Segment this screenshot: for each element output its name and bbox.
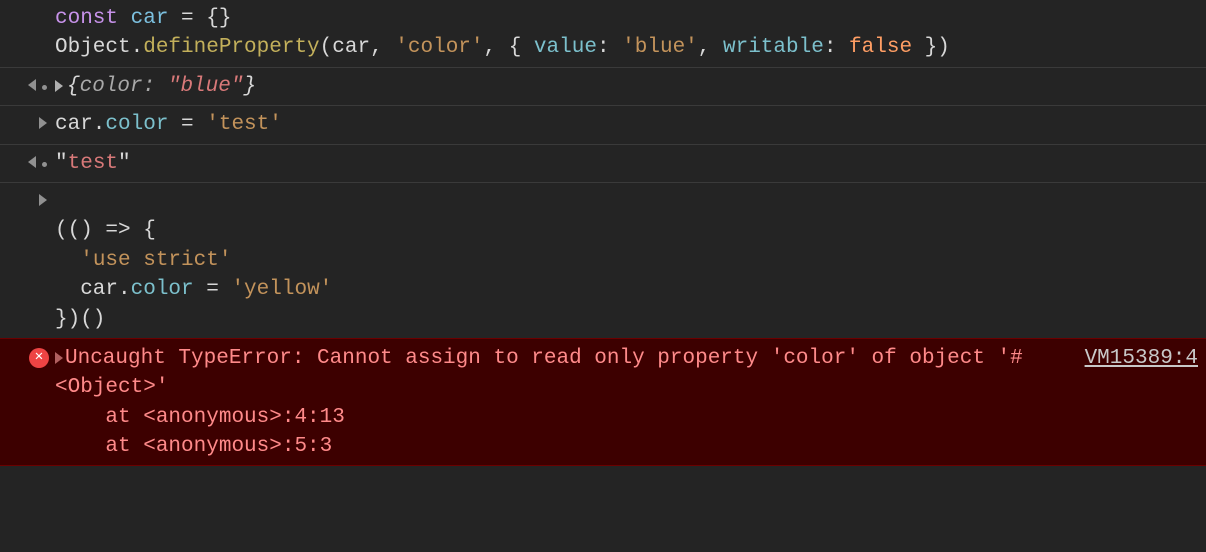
preview-prop-name: color: <box>80 75 156 98</box>
code-text: : <box>824 36 849 59</box>
console-output-row[interactable]: {color: "blue"} <box>0 68 1206 106</box>
identifier-car: car <box>118 7 168 30</box>
fn-defineProperty: defineProperty <box>143 36 319 59</box>
code-text: }) <box>912 36 950 59</box>
string-yellow: 'yellow' <box>231 278 332 301</box>
keyword-const: const <box>55 7 118 30</box>
string-use-strict: 'use strict' <box>80 249 231 272</box>
stack-line: at <anonymous>:4:13 <box>55 406 345 429</box>
code-text: })() <box>55 308 105 331</box>
object-preview[interactable]: {color: "blue"} <box>55 72 1206 101</box>
input-gutter <box>0 4 55 6</box>
prop-writable: writable <box>723 36 824 59</box>
string-blue: 'blue' <box>622 36 698 59</box>
input-chevron-icon <box>39 194 47 206</box>
error-gutter: ✕ <box>0 344 55 462</box>
string-test: 'test' <box>206 113 282 136</box>
prop-color: color <box>105 113 168 136</box>
code-text: = <box>194 278 232 301</box>
input-gutter <box>0 110 55 129</box>
indent <box>55 249 80 272</box>
brace-close: } <box>243 75 256 98</box>
string-color: 'color' <box>395 36 483 59</box>
error-icon: ✕ <box>29 348 49 368</box>
code-text: = {} <box>168 7 231 30</box>
console-error-row[interactable]: ✕ Uncaught TypeError: Cannot assign to r… <box>0 338 1206 467</box>
code-text: (car, <box>320 36 396 59</box>
error-content: Uncaught TypeError: Cannot assign to rea… <box>55 344 1065 462</box>
code-text: : <box>597 36 622 59</box>
output-gutter <box>0 72 55 91</box>
code-content: const car = {} Object.defineProperty(car… <box>55 4 1206 63</box>
output-dot-icon <box>42 85 47 90</box>
code-text: Object. <box>55 36 143 59</box>
code-text: , { <box>484 36 534 59</box>
console-output-row[interactable]: "test" <box>0 145 1206 183</box>
console-input-row[interactable]: const car = {} Object.defineProperty(car… <box>0 0 1206 68</box>
code-text: = <box>168 113 206 136</box>
console-input-row[interactable]: (() => { 'use strict' car.color = 'yello… <box>0 183 1206 338</box>
brace-open: { <box>67 75 80 98</box>
quote: " <box>118 152 131 175</box>
code-text: car. <box>55 278 131 301</box>
bool-false: false <box>849 36 912 59</box>
expand-triangle-icon[interactable] <box>55 352 63 364</box>
error-message: Uncaught TypeError: Cannot assign to rea… <box>55 347 1023 399</box>
input-gutter <box>0 187 55 206</box>
quote: " <box>55 152 68 175</box>
output-dot-icon <box>42 162 47 167</box>
expand-triangle-icon[interactable] <box>55 80 63 92</box>
prop-color: color <box>131 278 194 301</box>
output-chevron-icon <box>28 79 36 91</box>
console-input-row[interactable]: car.color = 'test' <box>0 106 1206 144</box>
prop-value: value <box>534 36 597 59</box>
stack-line: at <anonymous>:5:3 <box>55 435 332 458</box>
code-content: (() => { 'use strict' car.color = 'yello… <box>55 187 1206 334</box>
string-value: test <box>68 152 118 175</box>
code-text: car. <box>55 113 105 136</box>
return-value: "test" <box>55 149 1206 178</box>
output-chevron-icon <box>28 156 36 168</box>
preview-prop-value: "blue" <box>155 75 243 98</box>
output-gutter <box>0 149 55 168</box>
code-text: , <box>698 36 723 59</box>
code-content: car.color = 'test' <box>55 110 1206 139</box>
input-chevron-icon <box>39 117 47 129</box>
error-source-link[interactable]: VM15389:4 <box>1065 344 1198 462</box>
code-text: (() => { <box>55 219 156 242</box>
